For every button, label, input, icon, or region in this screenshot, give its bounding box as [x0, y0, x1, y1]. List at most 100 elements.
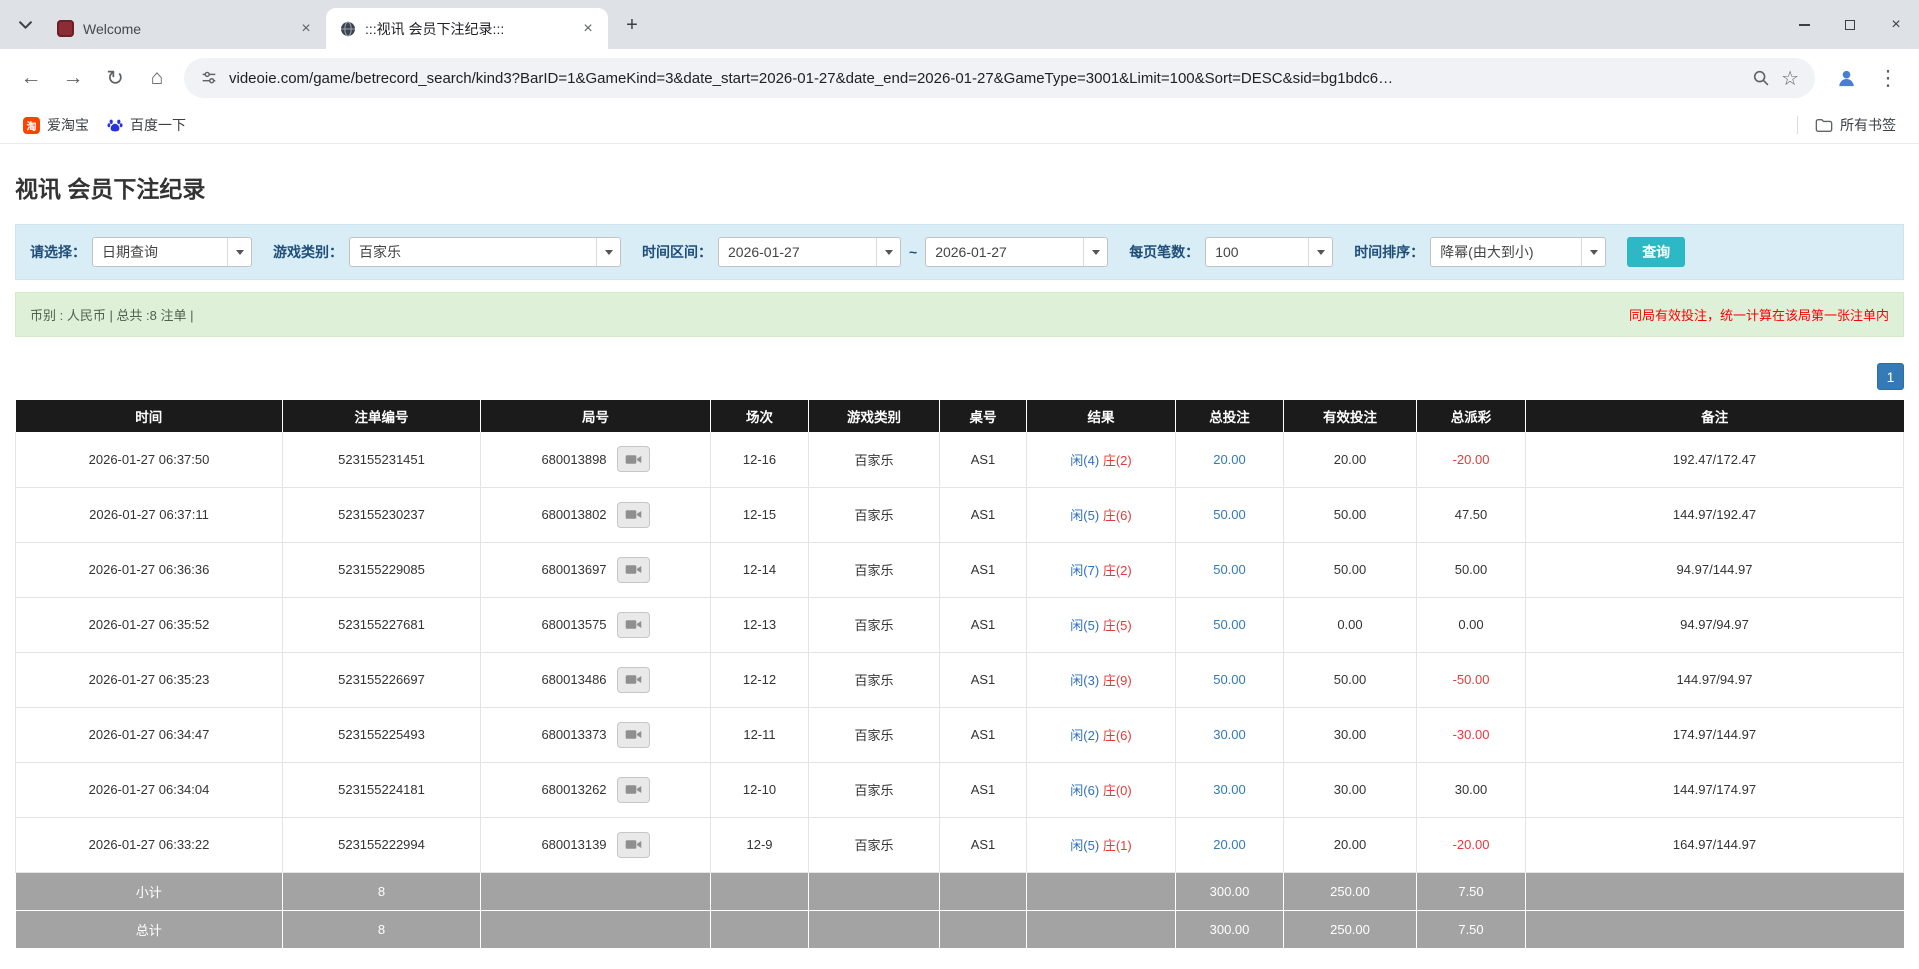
url-text[interactable]: videoie.com/game/betrecord_search/kind3?…: [229, 70, 1741, 87]
cell-total-bet[interactable]: 20.00: [1176, 817, 1284, 872]
cell-result: 闲(4) 庄(2): [1027, 432, 1176, 487]
view-video-button[interactable]: [617, 667, 650, 693]
cell-total-bet[interactable]: 20.00: [1176, 432, 1284, 487]
bookmark-star-icon[interactable]: ☆: [1781, 66, 1799, 91]
game-type-select[interactable]: 百家乐: [349, 237, 621, 267]
cell-note: 144.97/174.97: [1526, 762, 1904, 817]
address-bar[interactable]: videoie.com/game/betrecord_search/kind3?…: [184, 58, 1815, 98]
tab-betrecord[interactable]: :::视讯 会员下注纪录::: ×: [326, 8, 608, 49]
page-content: 视讯 会员下注纪录 请选择： 日期查询 游戏类别： 百家乐 时间区间： 2026…: [0, 170, 1919, 948]
filter-sort: 时间排序： 降幂(由大到小): [1354, 237, 1606, 267]
col-header-table: 桌号: [940, 400, 1027, 432]
result-banker: 庄(6): [1103, 728, 1132, 743]
cell-total-bet[interactable]: 30.00: [1176, 762, 1284, 817]
reload-button[interactable]: ↻: [94, 57, 136, 99]
video-camera-icon: [625, 508, 642, 521]
menu-button[interactable]: ⋮: [1867, 57, 1909, 99]
date-start-select[interactable]: 2026-01-27: [718, 237, 901, 267]
result-banker: 庄(1): [1103, 838, 1132, 853]
cell-result: 闲(2) 庄(6): [1027, 707, 1176, 762]
tab-close-icon[interactable]: ×: [296, 19, 316, 39]
cell-bet-id: 523155229085: [283, 542, 481, 597]
date-end-select[interactable]: 2026-01-27: [925, 237, 1108, 267]
total-count: 8: [283, 910, 481, 948]
cell-session: 12-15: [711, 487, 809, 542]
chevron-down-icon[interactable]: [227, 238, 251, 266]
profile-button[interactable]: [1825, 57, 1867, 99]
currency-summary-text: 币别 : 人民币 | 总共 :8 注单 |: [30, 305, 194, 324]
page-1-button[interactable]: 1: [1877, 363, 1904, 390]
chevron-down-icon[interactable]: [596, 238, 620, 266]
tab-title: Welcome: [83, 21, 287, 37]
result-banker: 庄(2): [1103, 563, 1132, 578]
chevron-down-icon[interactable]: [1581, 238, 1605, 266]
result-banker: 庄(5): [1103, 618, 1132, 633]
cell-total-bet[interactable]: 30.00: [1176, 707, 1284, 762]
cell-game-type: 百家乐: [809, 487, 940, 542]
cell-note: 144.97/94.97: [1526, 652, 1904, 707]
all-bookmarks-button[interactable]: 所有书签: [1806, 111, 1905, 139]
zoom-icon[interactable]: [1752, 69, 1770, 87]
back-button[interactable]: ←: [10, 57, 52, 99]
per-page-value: 100: [1206, 238, 1308, 266]
chevron-down-icon[interactable]: [1083, 238, 1107, 266]
new-tab-button[interactable]: +: [617, 10, 647, 40]
per-page-select[interactable]: 100: [1205, 237, 1333, 267]
forward-button[interactable]: →: [52, 57, 94, 99]
minimize-button[interactable]: [1781, 0, 1827, 49]
round-number: 680013697: [541, 562, 606, 577]
total-label: 总计: [16, 910, 283, 948]
footer-empty-cell: [940, 872, 1027, 910]
view-video-button[interactable]: [617, 832, 650, 858]
cell-total-bet[interactable]: 50.00: [1176, 597, 1284, 652]
footer-empty-cell: [1526, 872, 1904, 910]
table-row: 2026-01-27 06:34:47 523155225493 6800133…: [16, 707, 1904, 762]
cell-table: AS1: [940, 487, 1027, 542]
baidu-paw-icon: [107, 117, 123, 133]
cell-note: 164.97/144.97: [1526, 817, 1904, 872]
tab-search-button[interactable]: [10, 10, 40, 40]
chevron-down-icon[interactable]: [1308, 238, 1332, 266]
cell-total-bet[interactable]: 50.00: [1176, 652, 1284, 707]
cell-bet-id: 523155225493: [283, 707, 481, 762]
cell-note: 192.47/172.47: [1526, 432, 1904, 487]
view-video-button[interactable]: [617, 777, 650, 803]
cell-total-bet[interactable]: 50.00: [1176, 487, 1284, 542]
subtotal-row: 小计 8 300.00 250.00 7.50: [16, 872, 1904, 910]
view-video-button[interactable]: [617, 446, 650, 472]
cell-time: 2026-01-27 06:35:23: [16, 652, 283, 707]
cell-total-bet[interactable]: 50.00: [1176, 542, 1284, 597]
site-info-icon[interactable]: [200, 69, 218, 87]
tab-welcome[interactable]: Welcome ×: [44, 8, 326, 49]
filter-date-range: 时间区间： 2026-01-27 ~ 2026-01-27: [642, 237, 1108, 267]
round-number: 680013139: [541, 837, 606, 852]
view-video-button[interactable]: [617, 722, 650, 748]
home-button[interactable]: ⌂: [136, 57, 178, 99]
col-header-note: 备注: [1526, 400, 1904, 432]
footer-empty-cell: [940, 910, 1027, 948]
close-window-button[interactable]: ×: [1873, 0, 1919, 49]
bookmark-baidu[interactable]: 百度一下: [98, 111, 195, 139]
cell-round: 680013373: [481, 707, 711, 762]
bookmark-taobao[interactable]: 淘 爱淘宝: [14, 111, 98, 139]
view-video-button[interactable]: [617, 612, 650, 638]
cell-time: 2026-01-27 06:37:50: [16, 432, 283, 487]
welcome-favicon-icon: [57, 20, 74, 37]
maximize-button[interactable]: [1827, 0, 1873, 49]
query-type-select[interactable]: 日期查询: [92, 237, 252, 267]
tab-strip: Welcome × :::视讯 会员下注纪录::: × + ×: [0, 0, 1919, 49]
date-separator: ~: [909, 244, 917, 260]
cell-table: AS1: [940, 817, 1027, 872]
view-video-button[interactable]: [617, 502, 650, 528]
pagination: 1: [15, 363, 1904, 390]
sort-select[interactable]: 降幂(由大到小): [1430, 237, 1606, 267]
cell-valid-bet: 20.00: [1284, 817, 1417, 872]
subtotal-payout: 7.50: [1417, 872, 1526, 910]
search-button[interactable]: 查询: [1627, 237, 1685, 267]
tab-close-icon[interactable]: ×: [578, 19, 598, 39]
page-title: 视讯 会员下注纪录: [15, 170, 1904, 204]
date-start-value: 2026-01-27: [719, 238, 876, 266]
view-video-button[interactable]: [617, 557, 650, 583]
table-body: 2026-01-27 06:37:50 523155231451 6800138…: [16, 432, 1904, 872]
chevron-down-icon[interactable]: [876, 238, 900, 266]
